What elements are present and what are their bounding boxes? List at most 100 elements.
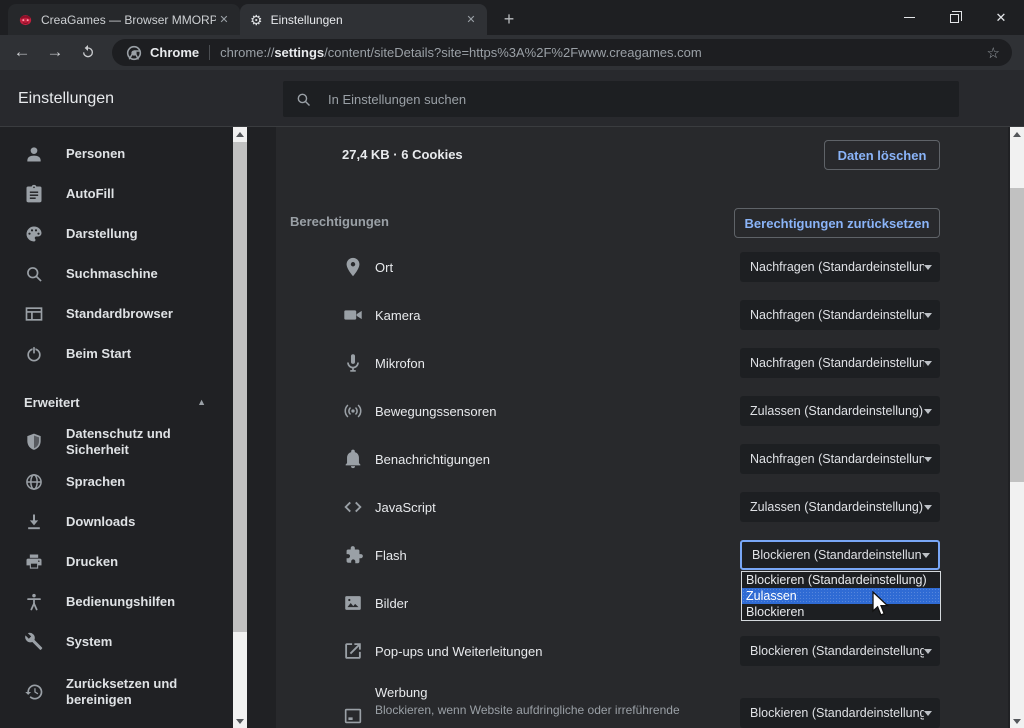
tab-title: CreaGames — Browser MMORPG bbox=[41, 13, 216, 27]
triangle-up-icon bbox=[1013, 132, 1021, 137]
url-text: chrome://settings/content/siteDetails?si… bbox=[220, 45, 986, 60]
window-close-button[interactable]: ✕ bbox=[978, 0, 1024, 35]
sidebar-item-autofill[interactable]: AutoFill bbox=[0, 174, 232, 214]
page-title: Einstellungen bbox=[18, 90, 114, 108]
window-controls: ✕ bbox=[886, 0, 1024, 35]
permission-select-ort[interactable]: Nachfragen (Standardeinstellung) bbox=[740, 252, 940, 282]
permission-row-mikrofon: Mikrofon bbox=[342, 339, 425, 387]
settings-search-box[interactable] bbox=[283, 81, 959, 117]
main-scrollbar-thumb[interactable] bbox=[1010, 188, 1024, 482]
permission-row-werbung: Werbung Blockieren, wenn Website aufdrin… bbox=[342, 675, 680, 728]
globe-icon bbox=[24, 472, 44, 492]
dropdown-arrow-icon bbox=[924, 649, 932, 654]
site-usage-text: 27,4 KB · 6 Cookies bbox=[342, 147, 463, 162]
mouse-cursor bbox=[872, 591, 891, 617]
settings-search-input[interactable] bbox=[326, 91, 826, 108]
sensors-icon bbox=[342, 400, 364, 422]
dropdown-option-zulassen[interactable]: Zulassen bbox=[742, 588, 940, 604]
open-in-new-icon bbox=[342, 640, 364, 662]
permission-select-benachrichtigungen[interactable]: Nachfragen (Standardeinstellung) bbox=[740, 444, 940, 474]
download-icon bbox=[24, 512, 44, 532]
scroll-up-button[interactable] bbox=[233, 127, 247, 141]
location-pin-icon bbox=[342, 256, 364, 278]
sidebar-scrollbar[interactable] bbox=[233, 127, 247, 728]
person-icon bbox=[24, 144, 44, 164]
bookmark-star-icon[interactable]: ☆ bbox=[987, 44, 1000, 62]
videocam-icon bbox=[342, 304, 364, 326]
tab-title: Einstellungen bbox=[271, 13, 463, 27]
sidebar-item-system[interactable]: System bbox=[0, 622, 232, 662]
window-minimize-button[interactable] bbox=[886, 0, 932, 35]
reload-button[interactable] bbox=[74, 38, 102, 66]
clear-data-button[interactable]: Daten löschen bbox=[824, 140, 940, 170]
scroll-down-button[interactable] bbox=[1010, 714, 1024, 728]
main-scrollbar[interactable] bbox=[1010, 127, 1024, 728]
search-icon bbox=[24, 264, 44, 284]
sidebar-advanced-toggle[interactable]: Erweitert ▲ bbox=[0, 388, 232, 416]
bell-icon bbox=[342, 448, 364, 470]
history-restore-icon bbox=[24, 682, 44, 702]
triangle-up-icon bbox=[236, 132, 244, 137]
forward-button[interactable]: → bbox=[41, 38, 69, 66]
dropdown-option-blockieren-standard[interactable]: Blockieren (Standardeinstellung) bbox=[742, 572, 940, 588]
search-icon bbox=[295, 91, 312, 108]
omnibox-divider bbox=[209, 45, 210, 60]
scroll-down-button[interactable] bbox=[233, 714, 247, 728]
dropdown-arrow-icon bbox=[924, 265, 932, 270]
minimize-icon bbox=[904, 17, 915, 18]
tab-einstellungen[interactable]: ⚙ Einstellungen ✕ bbox=[240, 4, 487, 35]
microphone-icon bbox=[342, 352, 364, 374]
window-close-icon: ✕ bbox=[996, 10, 1007, 26]
printer-icon bbox=[24, 552, 44, 572]
wrench-icon bbox=[24, 632, 44, 652]
tab-creagames[interactable]: CreaGames — Browser MMORPG ✕ bbox=[8, 4, 240, 35]
sidebar-item-standardbrowser[interactable]: Standardbrowser bbox=[0, 294, 232, 334]
permission-select-bewegungssensoren[interactable]: Zulassen (Standardeinstellung) bbox=[740, 396, 940, 426]
permission-row-javascript: JavaScript bbox=[342, 483, 436, 531]
sidebar-item-zuruecksetzen[interactable]: Zurücksetzen und bereinigen bbox=[0, 662, 232, 722]
flash-dropdown-menu: Blockieren (Standardeinstellung) Zulasse… bbox=[741, 571, 941, 621]
permissions-heading: Berechtigungen bbox=[290, 214, 389, 229]
reload-icon bbox=[80, 44, 96, 60]
permission-row-bilder: Bilder bbox=[342, 579, 408, 627]
address-bar[interactable]: Chrome chrome://settings/content/siteDet… bbox=[112, 39, 1012, 66]
restore-icon bbox=[950, 14, 959, 23]
permission-select-flash[interactable]: Blockieren (Standardeinstellung) bbox=[740, 540, 940, 570]
titlebar: CreaGames — Browser MMORPG ✕ ⚙ Einstellu… bbox=[0, 0, 1024, 35]
browser-toolbar: ← → Chrome chrome://settings/content/sit… bbox=[0, 35, 1024, 70]
chrome-label: Chrome bbox=[150, 45, 199, 60]
sidebar-item-datenschutz[interactable]: Datenschutz und Sicherheit bbox=[0, 422, 232, 462]
back-button[interactable]: ← bbox=[8, 38, 36, 66]
tab-close-icon[interactable]: ✕ bbox=[463, 12, 479, 28]
browser-window: CreaGames — Browser MMORPG ✕ ⚙ Einstellu… bbox=[0, 0, 1024, 728]
sidebar-item-downloads[interactable]: Downloads bbox=[0, 502, 232, 542]
sidebar-item-suchmaschine[interactable]: Suchmaschine bbox=[0, 254, 232, 294]
permission-row-flash: Flash bbox=[342, 531, 407, 579]
permission-select-popups[interactable]: Blockieren (Standardeinstellung) bbox=[740, 636, 940, 666]
sidebar-item-darstellung[interactable]: Darstellung bbox=[0, 214, 232, 254]
sidebar-scrollbar-thumb[interactable] bbox=[233, 142, 247, 632]
sidebar-item-sprachen[interactable]: Sprachen bbox=[0, 462, 232, 502]
dropdown-option-blockieren[interactable]: Blockieren bbox=[742, 604, 940, 620]
sidebar-item-bedienungshilfen[interactable]: Bedienungshilfen bbox=[0, 582, 232, 622]
settings-gear-icon: ⚙ bbox=[250, 13, 263, 27]
scroll-up-button[interactable] bbox=[1010, 127, 1024, 141]
new-tab-button[interactable]: + bbox=[496, 6, 522, 32]
tab-close-icon[interactable]: ✕ bbox=[216, 12, 232, 28]
window-restore-button[interactable] bbox=[932, 0, 978, 35]
permission-select-javascript[interactable]: Zulassen (Standardeinstellung) bbox=[740, 492, 940, 522]
permission-row-kamera: Kamera bbox=[342, 291, 421, 339]
site-details-card: 27,4 KB · 6 Cookies Daten löschen Berech… bbox=[276, 127, 1008, 728]
sidebar-item-drucken[interactable]: Drucken bbox=[0, 542, 232, 582]
sidebar-item-beim-start[interactable]: Beim Start bbox=[0, 334, 232, 374]
permission-select-kamera[interactable]: Nachfragen (Standardeinstellung) bbox=[740, 300, 940, 330]
permission-select-mikrofon[interactable]: Nachfragen (Standardeinstellung) bbox=[740, 348, 940, 378]
dropdown-arrow-icon bbox=[924, 409, 932, 414]
shield-icon bbox=[24, 432, 44, 452]
dropdown-arrow-icon bbox=[922, 553, 930, 558]
dropdown-arrow-icon bbox=[924, 361, 932, 366]
permission-select-werbung[interactable]: Blockieren (Standardeinstellung) bbox=[740, 698, 940, 728]
reset-permissions-button[interactable]: Berechtigungen zurücksetzen bbox=[734, 208, 940, 238]
ads-icon bbox=[342, 705, 364, 727]
sidebar-item-personen[interactable]: Personen bbox=[0, 134, 232, 174]
